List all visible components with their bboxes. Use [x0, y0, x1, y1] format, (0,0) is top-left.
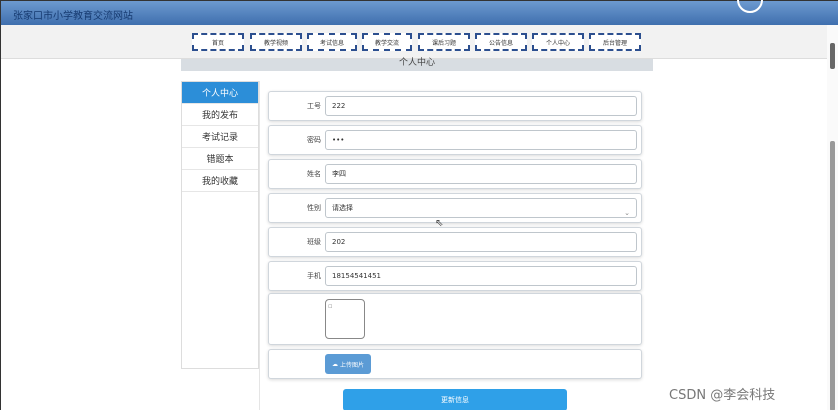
phone-input[interactable]: 18154541451: [325, 266, 637, 286]
profile-form: 工号 222 密码 ••• 姓名 李四 性别 请选择 ⌄ 班级 202 手机 1…: [259, 81, 653, 410]
nav-item-teaching-video[interactable]: 教学视频: [250, 33, 302, 51]
cloud-upload-icon: ☁: [331, 360, 338, 368]
mouse-cursor-icon: ⇖: [435, 218, 444, 229]
upload-image-label: 上传图片: [339, 361, 364, 369]
nav-item-home[interactable]: 首页: [192, 33, 244, 51]
chevron-down-icon: ⌄: [624, 209, 630, 217]
form-row-phone: 手机 18154541451: [268, 261, 642, 291]
nav-item-exercises[interactable]: 课后习题: [418, 33, 470, 51]
site-title: 张家口市小学教育交流网站: [13, 11, 133, 22]
password-input[interactable]: •••: [325, 130, 637, 150]
class-label: 班级: [307, 238, 321, 246]
scrollbar-thumb-secondary[interactable]: [830, 141, 835, 410]
name-input[interactable]: 李四: [325, 164, 637, 184]
class-input[interactable]: 202: [325, 232, 637, 252]
sidebar-item-wrong-questions[interactable]: 错题本: [182, 148, 258, 170]
name-label: 姓名: [307, 170, 321, 178]
nav-item-personal-center[interactable]: 个人中心: [532, 33, 584, 51]
nav-item-admin[interactable]: 后台管理: [589, 33, 641, 51]
nav-item-exam-info[interactable]: 考试信息: [307, 33, 357, 51]
sidebar-item-exam-records[interactable]: 考试记录: [182, 126, 258, 148]
top-bar: 张家口市小学教育交流网站: [1, 0, 838, 25]
form-row-work-id: 工号 222: [268, 91, 642, 121]
phone-label: 手机: [307, 272, 321, 280]
sidebar-item-personal-center[interactable]: 个人中心: [182, 82, 258, 104]
update-info-button[interactable]: 更新信息: [343, 389, 567, 410]
password-label: 密码: [307, 136, 321, 144]
sidebar: 个人中心 我的发布 考试记录 错题本 我的收藏: [181, 81, 259, 369]
scrollbar-thumb[interactable]: [830, 43, 835, 69]
gender-select-value: 请选择: [332, 204, 353, 212]
avatar[interactable]: [737, 0, 763, 13]
form-row-upload: ☁ 上传图片: [268, 349, 642, 379]
form-row-password: 密码 •••: [268, 125, 642, 155]
gender-select[interactable]: 请选择 ⌄: [325, 198, 637, 218]
gender-label: 性别: [307, 204, 321, 212]
form-row-gender: 性别 请选择 ⌄: [268, 193, 642, 223]
nav-bar: 首页 教学视频 考试信息 教学交流 课后习题 公告信息 个人中心 后台管理: [1, 25, 838, 59]
sidebar-item-favorites[interactable]: 我的收藏: [182, 170, 258, 192]
watermark: CSDN @李会科技: [669, 388, 776, 403]
form-row-avatar-image: ▫: [268, 293, 642, 345]
form-row-name: 姓名 李四: [268, 159, 642, 189]
avatar-image-preview: ▫: [325, 299, 365, 339]
sidebar-item-my-posts[interactable]: 我的发布: [182, 104, 258, 126]
broken-image-icon: ▫: [328, 302, 333, 310]
page: 张家口市小学教育交流网站 首页 教学视频 考试信息 教学交流 课后习题 公告信息…: [0, 0, 838, 410]
upload-image-button[interactable]: ☁ 上传图片: [325, 354, 371, 374]
nav-item-announcements[interactable]: 公告信息: [475, 33, 527, 51]
nav-item-teaching-exchange[interactable]: 教学交流: [362, 33, 412, 51]
section-title: 个人中心: [181, 59, 653, 71]
work-id-input[interactable]: 222: [325, 96, 637, 116]
form-row-class: 班级 202: [268, 227, 642, 257]
work-id-label: 工号: [307, 102, 321, 110]
